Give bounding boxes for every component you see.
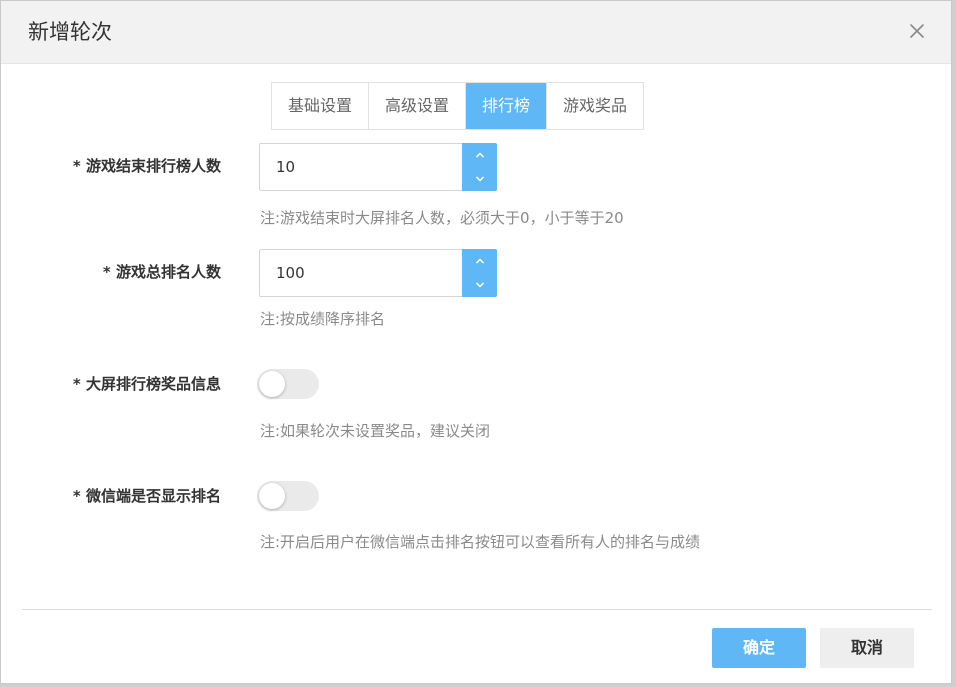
wechat-show-rank-note: 注:开启后用户在微信端点击排名按钮可以查看所有人的排名与成绩: [260, 533, 701, 551]
add-round-dialog: 新增轮次 基础设置 高级设置 排行榜 游戏奖品 * 游戏结束排行榜人数 10 注…: [0, 0, 952, 684]
total-rank-count-stepper: [462, 249, 497, 297]
tab-bar: 基础设置 高级设置 排行榜 游戏奖品: [271, 82, 645, 130]
footer-divider: [22, 609, 932, 610]
screen-prize-info-label: * 大屏排行榜奖品信息: [72, 375, 221, 393]
total-rank-count-decrement[interactable]: [462, 273, 497, 297]
total-rank-count-input[interactable]: 100: [259, 249, 497, 297]
total-rank-count-label: * 游戏总排名人数: [102, 263, 221, 281]
cancel-button[interactable]: 取消: [820, 628, 914, 668]
end-rank-count-value: 10: [276, 158, 296, 176]
chevron-up-icon: [475, 152, 484, 158]
screen-prize-info-note: 注:如果轮次未设置奖品，建议关闭: [260, 422, 491, 440]
total-rank-count-increment[interactable]: [462, 249, 497, 273]
dialog-title: 新增轮次: [28, 20, 112, 44]
end-rank-count-input[interactable]: 10: [259, 143, 497, 191]
toggle-knob: [259, 483, 285, 509]
tab-game-prizes[interactable]: 游戏奖品: [547, 83, 644, 129]
confirm-button[interactable]: 确定: [712, 628, 806, 668]
tab-leaderboard[interactable]: 排行榜: [466, 83, 548, 129]
chevron-down-icon: [475, 176, 484, 182]
close-button[interactable]: [905, 19, 929, 43]
chevron-down-icon: [475, 282, 484, 288]
end-rank-count-decrement[interactable]: [462, 167, 497, 191]
end-rank-count-increment[interactable]: [462, 143, 497, 167]
end-rank-count-stepper: [462, 143, 497, 191]
end-rank-count-label: * 游戏结束排行榜人数: [72, 157, 221, 175]
total-rank-count-value: 100: [276, 264, 305, 282]
end-rank-count-note: 注:游戏结束时大屏排名人数，必须大于0，小于等于20: [260, 209, 624, 227]
screen-prize-info-toggle[interactable]: [257, 369, 319, 399]
close-icon: [910, 24, 924, 38]
wechat-show-rank-toggle[interactable]: [257, 481, 319, 511]
tab-advanced-settings[interactable]: 高级设置: [369, 83, 467, 129]
dialog-header: 新增轮次: [1, 1, 951, 64]
chevron-up-icon: [475, 258, 484, 264]
wechat-show-rank-label: * 微信端是否显示排名: [72, 487, 221, 505]
toggle-knob: [259, 371, 285, 397]
total-rank-count-note: 注:按成绩降序排名: [260, 310, 386, 328]
tab-basic-settings[interactable]: 基础设置: [272, 83, 370, 129]
